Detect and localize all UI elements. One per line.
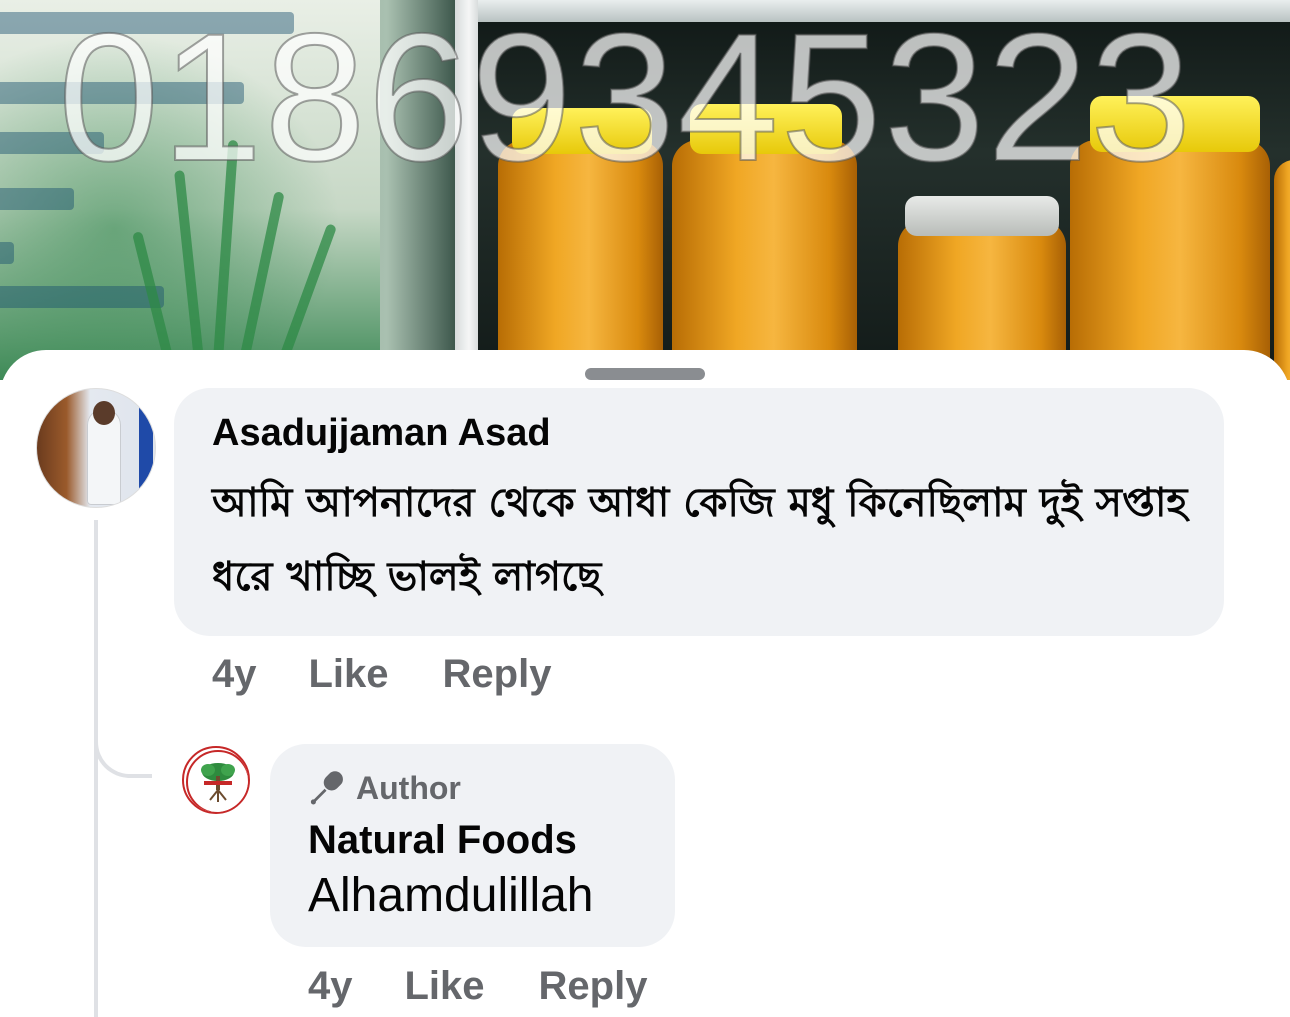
author-badge-label: Author — [356, 769, 461, 806]
comment-bubble[interactable]: Asadujjaman Asad আমি আপনাদের থেকে আধা কে… — [174, 388, 1224, 636]
video-frame[interactable]: 01869345323 — [0, 0, 1290, 380]
honey-jar — [1274, 160, 1290, 380]
avatar-bg-detail — [139, 403, 153, 493]
comment-actions: 4y Like Reply — [212, 652, 551, 697]
comment-text: আমি আপনাদের থেকে আধা কেজি মধু কিনেছিলাম … — [212, 480, 1188, 600]
phone-watermark: 01869345323 — [57, 0, 1194, 199]
grass-blade — [174, 170, 206, 380]
reply-button[interactable]: Reply — [443, 652, 552, 697]
avatar-head — [93, 401, 115, 425]
banner-text-line — [0, 286, 164, 308]
reply-bubble[interactable]: Author Natural Foods Alhamdulillah — [270, 744, 675, 947]
thread-connector — [94, 700, 152, 778]
reply-timestamp[interactable]: 4y — [308, 964, 353, 1009]
microphone-icon — [310, 771, 343, 805]
reply-button[interactable]: Reply — [539, 964, 648, 1009]
jar-lid — [905, 196, 1059, 236]
comment-author[interactable]: Asadujjaman Asad — [212, 412, 551, 455]
author-badge: Author — [308, 768, 461, 808]
like-button[interactable]: Like — [405, 964, 485, 1009]
reply-text: Alhamdulillah — [308, 869, 594, 922]
reply-author[interactable]: Natural Foods — [308, 818, 577, 863]
like-button[interactable]: Like — [309, 652, 389, 697]
sheet-grabber[interactable] — [585, 368, 705, 380]
page-avatar[interactable] — [182, 746, 250, 814]
avatar[interactable] — [36, 388, 156, 508]
reply-actions: 4y Like Reply — [308, 964, 647, 1009]
banner-text-line — [0, 242, 14, 264]
comment-timestamp[interactable]: 4y — [212, 652, 257, 697]
thread-line — [94, 520, 98, 1017]
